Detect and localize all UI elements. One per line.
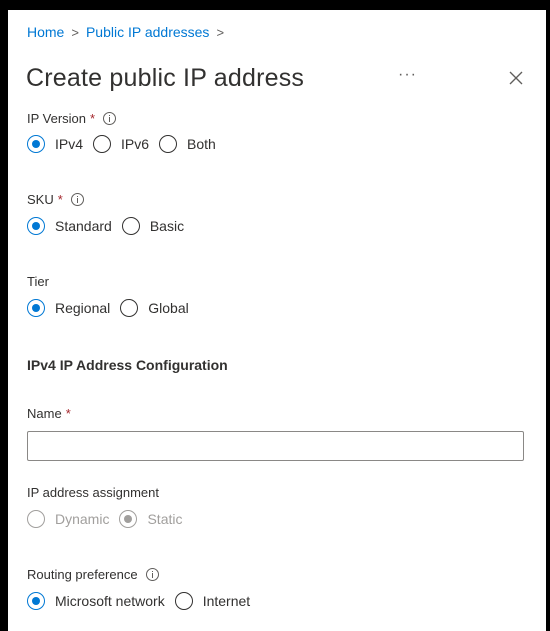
- name-input[interactable]: [27, 431, 524, 461]
- required-marker: *: [65, 406, 71, 421]
- sku-option-basic[interactable]: Basic: [121, 217, 185, 235]
- ip-assignment-radio-group: Dynamic Static: [27, 510, 192, 528]
- ip-assignment-option-dynamic: Dynamic: [27, 510, 109, 528]
- tier-radio-group: Regional Global: [27, 299, 199, 317]
- breadcrumb-home-link[interactable]: Home: [27, 24, 64, 40]
- radio-label: Regional: [55, 300, 111, 316]
- ip-assignment-label: IP address assignment: [27, 485, 159, 500]
- required-marker: *: [57, 192, 63, 207]
- radio-label: Global: [148, 300, 189, 316]
- ip-version-option-both[interactable]: Both: [159, 135, 216, 153]
- radio-label: Static: [147, 511, 183, 527]
- radio-selected-icon: [119, 510, 138, 528]
- ip-version-label-text: IP Version: [27, 111, 87, 126]
- breadcrumb: Home > Public IP addresses >: [27, 24, 231, 40]
- tier-label-text: Tier: [27, 274, 49, 289]
- ip-assignment-label-text: IP address assignment: [27, 485, 159, 500]
- routing-option-internet[interactable]: Internet: [174, 592, 251, 610]
- ip-version-option-ipv4[interactable]: IPv4: [27, 135, 83, 153]
- name-label: Name *: [27, 406, 71, 421]
- radio-label: Internet: [202, 593, 251, 609]
- ip-version-label: IP Version *: [27, 111, 117, 126]
- radio-unselected-icon[interactable]: [120, 299, 139, 317]
- sku-label-text: SKU: [27, 192, 54, 207]
- radio-label: IPv4: [55, 136, 84, 152]
- sku-radio-group: Standard Basic: [27, 217, 194, 235]
- required-marker: *: [90, 111, 96, 126]
- sku-label: SKU *: [27, 192, 84, 207]
- tier-option-global[interactable]: Global: [120, 299, 189, 317]
- routing-preference-label: Routing preference: [27, 567, 159, 582]
- radio-label: Standard: [55, 218, 112, 234]
- radio-label: Both: [187, 136, 216, 152]
- breadcrumb-chevron-icon: >: [216, 24, 225, 40]
- radio-label: IPv6: [121, 136, 150, 152]
- info-icon[interactable]: [145, 568, 159, 581]
- radio-label: Dynamic: [55, 511, 110, 527]
- radio-selected-icon[interactable]: [27, 135, 45, 153]
- radio-unselected-icon[interactable]: [174, 592, 193, 610]
- page-title: Create public IP address: [26, 64, 305, 92]
- radio-unselected-icon[interactable]: [93, 135, 112, 153]
- breadcrumb-chevron-icon: >: [71, 24, 79, 40]
- routing-option-microsoft-network[interactable]: Microsoft network: [27, 592, 165, 610]
- info-icon[interactable]: [70, 193, 84, 206]
- close-icon[interactable]: [508, 70, 524, 86]
- tier-label: Tier: [27, 274, 49, 289]
- radio-label: Basic: [149, 218, 185, 234]
- name-label-text: Name: [27, 406, 62, 421]
- ip-version-option-ipv6[interactable]: IPv6: [93, 135, 149, 153]
- radio-unselected-icon[interactable]: [121, 217, 140, 235]
- radio-unselected-icon: [27, 510, 45, 528]
- radio-selected-icon[interactable]: [27, 592, 45, 610]
- create-public-ip-blade: Home > Public IP addresses > Create publ…: [8, 10, 546, 631]
- radio-selected-icon[interactable]: [27, 299, 45, 317]
- ipv4-config-section-title: IPv4 IP Address Configuration: [27, 357, 228, 373]
- radio-label: Microsoft network: [55, 593, 165, 609]
- breadcrumb-public-ip-link[interactable]: Public IP addresses: [86, 24, 209, 40]
- ip-version-radio-group: IPv4 IPv6 Both: [27, 135, 226, 153]
- routing-preference-label-text: Routing preference: [27, 567, 138, 582]
- ip-assignment-option-static: Static: [119, 510, 182, 528]
- radio-selected-icon[interactable]: [27, 217, 45, 235]
- sku-option-standard[interactable]: Standard: [27, 217, 112, 235]
- info-icon[interactable]: [103, 112, 117, 125]
- tier-option-regional[interactable]: Regional: [27, 299, 110, 317]
- routing-preference-radio-group: Microsoft network Internet: [27, 592, 260, 610]
- radio-unselected-icon[interactable]: [159, 135, 178, 153]
- more-options-icon[interactable]: ···: [398, 66, 417, 84]
